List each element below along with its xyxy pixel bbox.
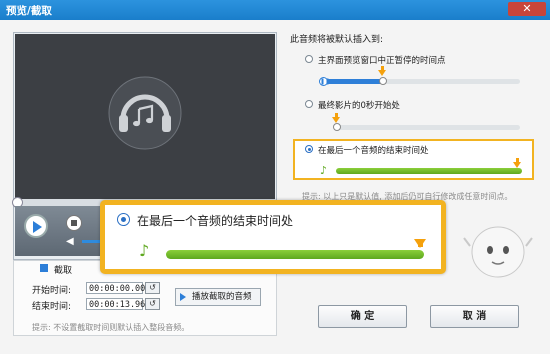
option-pause-point-knob: [379, 77, 387, 85]
end-time-field[interactable]: 00:00:13.960: [86, 298, 150, 310]
close-icon: ✕: [522, 2, 532, 15]
volume-icon[interactable]: ◀: [66, 236, 74, 247]
window-title: 预览/截取: [6, 5, 52, 17]
pause-icon: ❚❚: [319, 77, 331, 86]
zoom-label: 在最后一个音频的结束时间处: [137, 214, 294, 228]
option-pause-point-label[interactable]: 主界面预览窗口中正暂停的时间点: [318, 54, 446, 66]
play-clip-button[interactable]: 播放截取的音频: [175, 288, 261, 306]
start-time-field[interactable]: 00:00:00.000: [86, 282, 150, 294]
close-button[interactable]: ✕: [508, 2, 546, 16]
down-arrow-icon: [513, 158, 521, 168]
down-arrow-icon: [378, 66, 386, 76]
option-start-knob: [333, 123, 341, 131]
zoom-audio-bar: [166, 250, 424, 259]
option-start-track: [336, 125, 520, 130]
title-bar: [0, 0, 550, 20]
clock-reset-icon: ↺: [149, 283, 156, 292]
mascot-icon: [463, 226, 533, 278]
option-last-audio-label[interactable]: 在最后一个音频的结束时间处: [318, 144, 429, 156]
start-time-label: 开始时间:: [32, 286, 72, 296]
play-icon: [180, 293, 186, 301]
clip-hint: 提示: 不设置截取时间则默认插入整段音频。: [32, 323, 190, 332]
option-pause-point-radio[interactable]: [305, 55, 313, 63]
stop-icon: [71, 220, 77, 226]
zoom-radio-icon: [117, 213, 130, 226]
play-button[interactable]: [24, 214, 48, 238]
clock-reset-icon: ↺: [149, 299, 156, 308]
start-time-reset-button[interactable]: ↺: [145, 282, 160, 294]
music-note-icon: ♪: [320, 164, 328, 177]
down-arrow-icon: [414, 239, 426, 248]
option-last-audio-radio[interactable]: [305, 145, 313, 153]
music-note-icon: ♪: [139, 241, 150, 260]
end-time-label: 结束时间:: [32, 302, 72, 312]
clip-tab-icon: [40, 264, 48, 272]
headphones-music-icon: [108, 76, 182, 150]
ok-button[interactable]: 确 定: [318, 305, 407, 328]
play-icon: [33, 221, 42, 233]
down-arrow-icon: [332, 113, 340, 123]
insert-section-title: 此音频将被默认插入到:: [290, 35, 384, 45]
option-last-audio-bar: [336, 168, 522, 174]
option-start-radio[interactable]: [305, 100, 313, 108]
clip-tab-label[interactable]: 截取: [54, 263, 72, 276]
cancel-button[interactable]: 取 消: [430, 305, 519, 328]
end-time-reset-button[interactable]: ↺: [145, 298, 160, 310]
stop-button[interactable]: [66, 215, 82, 231]
option-start-label[interactable]: 最终影片的0秒开始处: [318, 99, 400, 111]
